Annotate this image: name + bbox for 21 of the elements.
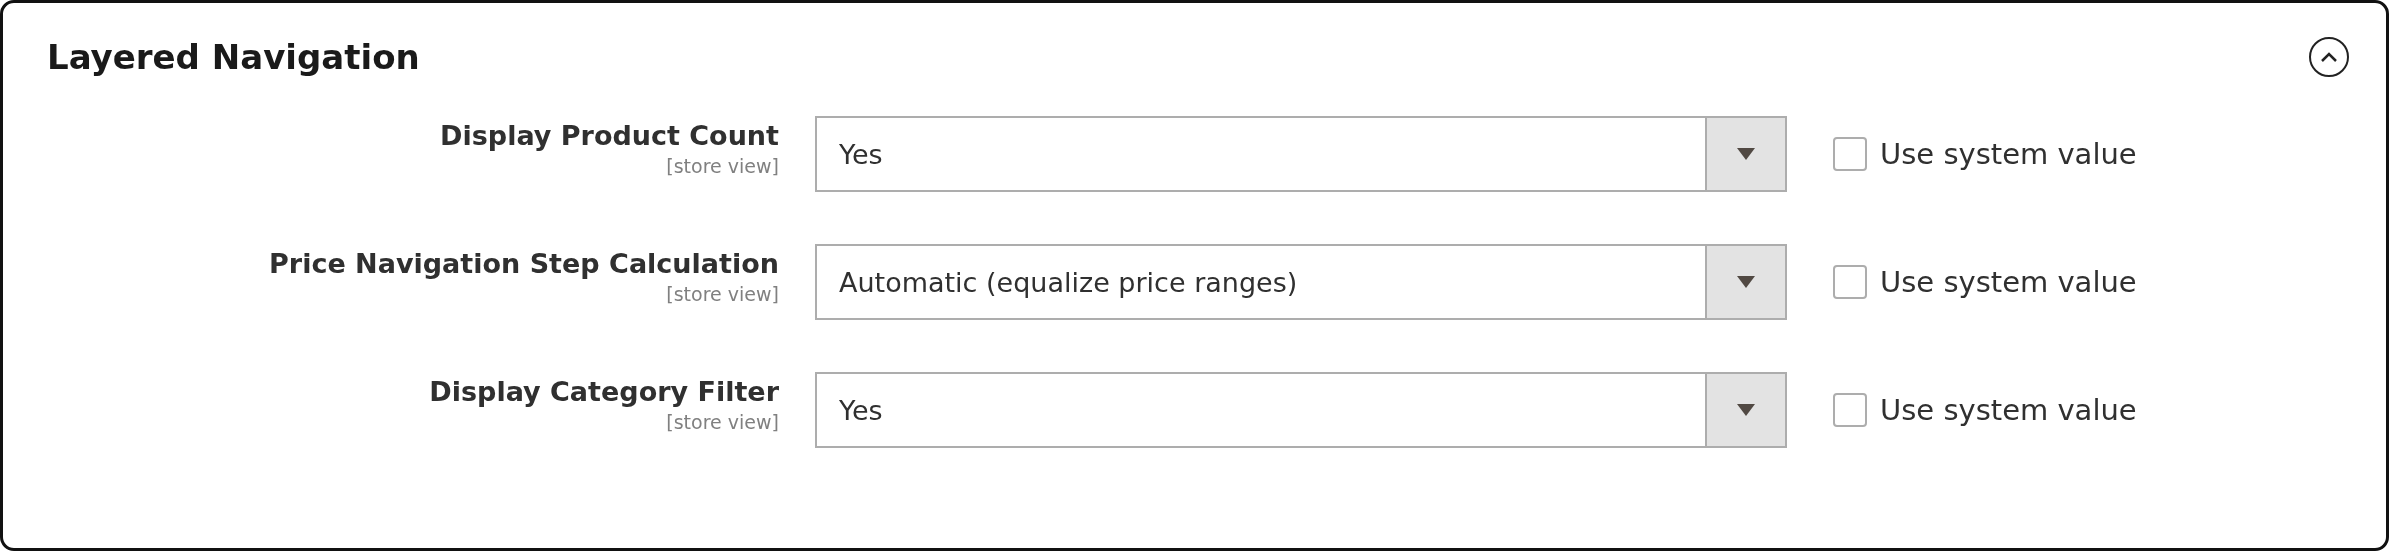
- checkbox-label: Use system value: [1880, 265, 2137, 299]
- checkbox-label: Use system value: [1880, 137, 2137, 171]
- checkbox-label: Use system value: [1880, 393, 2137, 427]
- field-label: Display Category Filter: [429, 376, 779, 407]
- field-label: Price Navigation Step Calculation: [269, 248, 779, 279]
- select-field[interactable]: Automatic (equalize price ranges): [815, 244, 1787, 320]
- collapse-button[interactable]: [2309, 37, 2349, 77]
- caret-icon: [1737, 148, 1755, 160]
- checkbox[interactable]: [1833, 265, 1867, 299]
- field-label: Display Product Count: [440, 120, 779, 151]
- section-title: Layered Navigation: [47, 37, 420, 77]
- chevron-icon: [2320, 51, 2338, 63]
- checkbox[interactable]: [1833, 393, 1867, 427]
- scope-label: [store view]: [666, 155, 779, 177]
- scope-label: [store view]: [666, 411, 779, 433]
- select-field[interactable]: Yes: [815, 372, 1787, 448]
- caret-icon: [1737, 404, 1755, 416]
- checkbox[interactable]: [1833, 137, 1867, 171]
- scope-label: [store view]: [666, 283, 779, 305]
- caret-icon: [1737, 276, 1755, 288]
- select-field[interactable]: Yes: [815, 116, 1787, 192]
